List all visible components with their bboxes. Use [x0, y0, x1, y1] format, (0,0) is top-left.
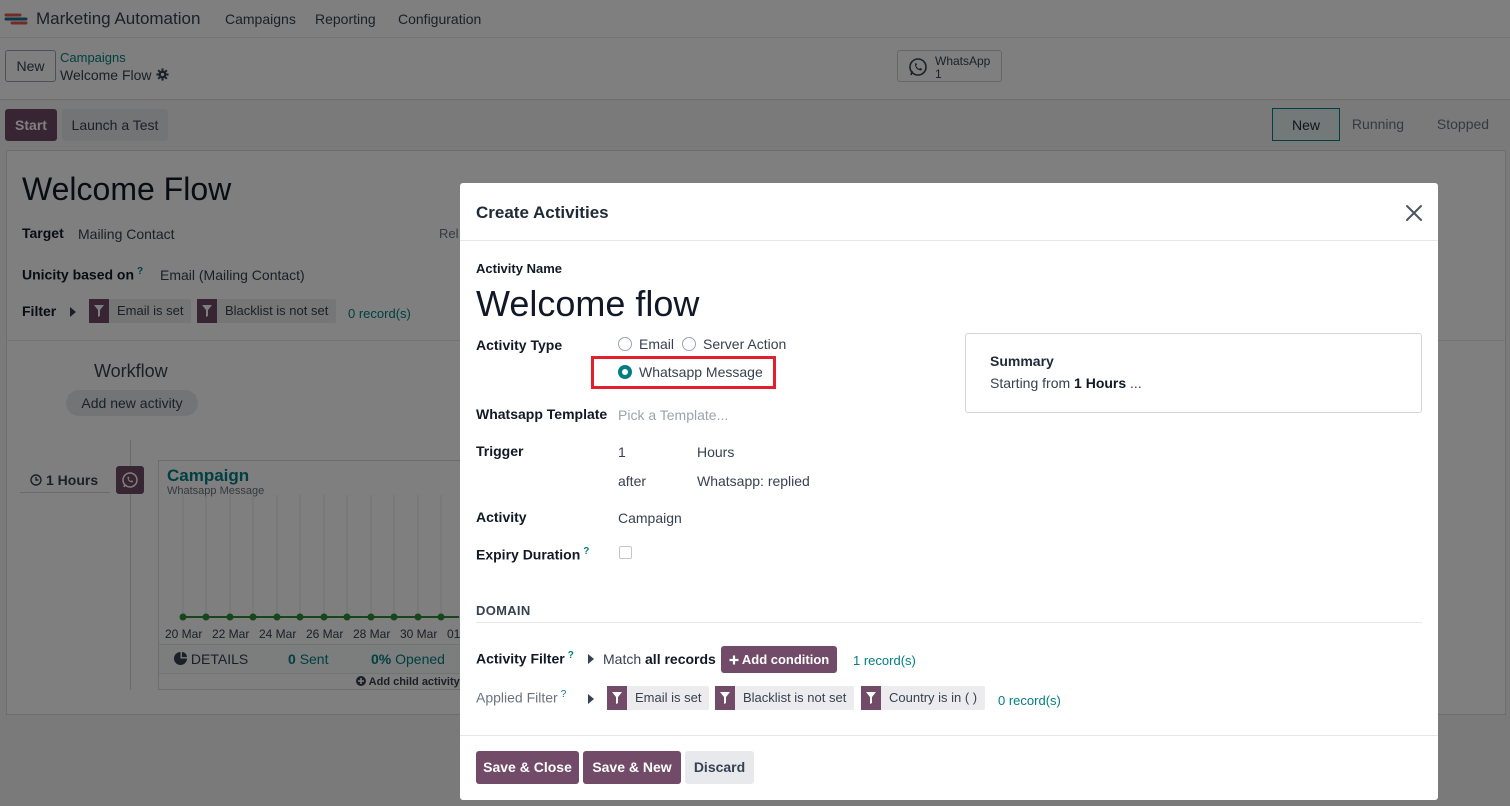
activity-parent-field[interactable]: Campaign [618, 510, 682, 526]
radio-email-label[interactable]: Email [639, 336, 674, 352]
expiry-help-icon[interactable]: ? [583, 546, 589, 557]
applied-filter-help-icon[interactable]: ? [561, 689, 567, 700]
activity-name-label: Activity Name [476, 261, 562, 276]
applied-tag-blacklist[interactable]: Blacklist is not set [715, 686, 855, 710]
caret-right-icon[interactable] [588, 694, 594, 704]
radio-server-action[interactable] [682, 337, 696, 351]
create-activities-dialog: Create Activities Activity Name Welcome … [460, 183, 1438, 800]
plus-icon [729, 655, 739, 665]
applied-filter-records-link[interactable]: 0 record(s) [998, 693, 1061, 708]
trigger-label: Trigger [476, 443, 524, 459]
radio-email[interactable] [618, 337, 632, 351]
dialog-header: Create Activities [460, 183, 1438, 241]
expiry-duration-checkbox[interactable] [619, 546, 632, 559]
summary-text: Starting from 1 Hours ... [990, 375, 1142, 391]
domain-divider [476, 622, 1422, 623]
dialog-title: Create Activities [476, 203, 609, 222]
activity-name-input[interactable]: Welcome flow [476, 283, 699, 325]
summary-title: Summary [990, 353, 1054, 369]
save-new-button[interactable]: Save & New [583, 751, 681, 784]
activity-type-label: Activity Type [476, 337, 563, 353]
applied-tag-country[interactable]: Country is in ( ) [861, 686, 986, 710]
dialog-footer-divider [460, 735, 1438, 736]
activity-filter-help-icon[interactable]: ? [568, 650, 574, 661]
close-icon[interactable] [1405, 204, 1423, 222]
caret-right-icon[interactable] [588, 654, 594, 664]
radio-server-action-label[interactable]: Server Action [703, 336, 786, 352]
applied-tag-email[interactable]: Email is set [607, 686, 710, 710]
filter-icon [715, 686, 735, 710]
trigger-when-select[interactable]: after [618, 473, 646, 489]
trigger-event-select[interactable]: Whatsapp: replied [697, 473, 810, 489]
expiry-duration-label: Expiry Duration? [476, 546, 590, 563]
domain-section-title: DOMAIN [476, 603, 531, 618]
trigger-unit-select[interactable]: Hours [697, 444, 734, 460]
highlight-box [591, 356, 776, 389]
match-records-text: Match all records [603, 651, 716, 667]
filter-icon [861, 686, 881, 710]
trigger-interval-input[interactable]: 1 [618, 444, 626, 460]
whatsapp-template-label: Whatsapp Template [476, 406, 608, 422]
add-condition-button[interactable]: Add condition [721, 646, 837, 673]
whatsapp-template-input[interactable]: Pick a Template... [618, 407, 728, 423]
filter-icon [607, 686, 627, 710]
activity-filter-records-link[interactable]: 1 record(s) [853, 653, 916, 668]
applied-filter-label: Applied Filter? [476, 689, 567, 706]
activity-label: Activity [476, 509, 527, 525]
activity-filter-label: Activity Filter? [476, 650, 574, 667]
discard-button[interactable]: Discard [685, 751, 754, 784]
save-close-button[interactable]: Save & Close [476, 751, 579, 784]
summary-panel: Summary Starting from 1 Hours ... [965, 333, 1422, 413]
